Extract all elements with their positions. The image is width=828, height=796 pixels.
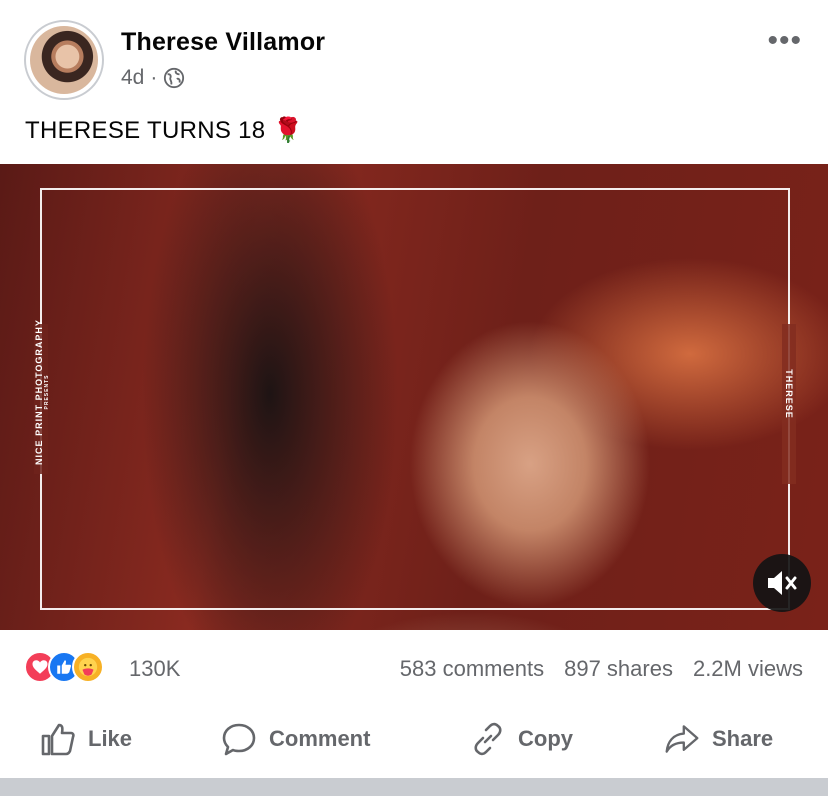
author-name[interactable]: Therese Villamor [121,28,325,57]
share-button[interactable]: Share [664,714,773,764]
link-icon [474,722,502,756]
avatar-image [30,26,98,94]
like-label: Like [88,726,133,751]
care-reaction-icon [72,651,104,683]
shares-count[interactable]: 897 shares [564,656,673,682]
watermark-left-small: PRESENTS [44,374,50,410]
watermark-left: NICE PRINT PHOTOGRAPHY PRESENTS [34,292,50,492]
comment-bubble-icon [222,723,256,756]
post-meta: 4d · [121,66,185,90]
share-arrow-icon [665,725,699,753]
caption-text: THERESE TURNS 18 [25,116,266,144]
post-time[interactable]: 4d [121,66,144,90]
comment-button[interactable]: Comment [221,714,370,764]
feed-divider [0,778,828,796]
share-label: Share [712,726,774,751]
reaction-icons[interactable] [24,651,104,683]
meta-separator: · [150,66,158,89]
views-count: 2.2M views [692,656,803,681]
engagement-counts: 583 comments 897 shares 2.2M views [400,656,803,682]
like-button[interactable]: Like [40,714,132,764]
reaction-count[interactable]: 130K [129,656,180,682]
post-caption: THERESE TURNS 18 🌹 [25,116,304,145]
copy-label: Copy [518,726,573,751]
speaker-muted-icon [768,571,797,595]
thumbs-up-icon [41,723,75,756]
more-dots-icon[interactable]: ••• [767,26,802,56]
avatar[interactable] [24,20,104,100]
action-bar: Like Comment Copy Share [0,714,828,768]
copy-button[interactable]: Copy [470,714,573,764]
rose-emoji: 🌹 [273,117,304,144]
post-stats: 130K 583 comments 897 shares 2.2M views [0,645,828,693]
video-frame-overlay [40,188,790,610]
comments-count[interactable]: 583 comments [400,656,544,682]
watermark-left-text: NICE PRINT PHOTOGRAPHY [34,319,44,465]
globe-icon[interactable] [163,67,185,89]
mute-button[interactable] [753,554,811,612]
comment-label: Comment [269,726,371,751]
post-header: Therese Villamor 4d · ••• [0,0,828,110]
watermark-right: THERESE [784,369,794,419]
video-player[interactable]: NICE PRINT PHOTOGRAPHY PRESENTS THERESE [0,164,828,630]
